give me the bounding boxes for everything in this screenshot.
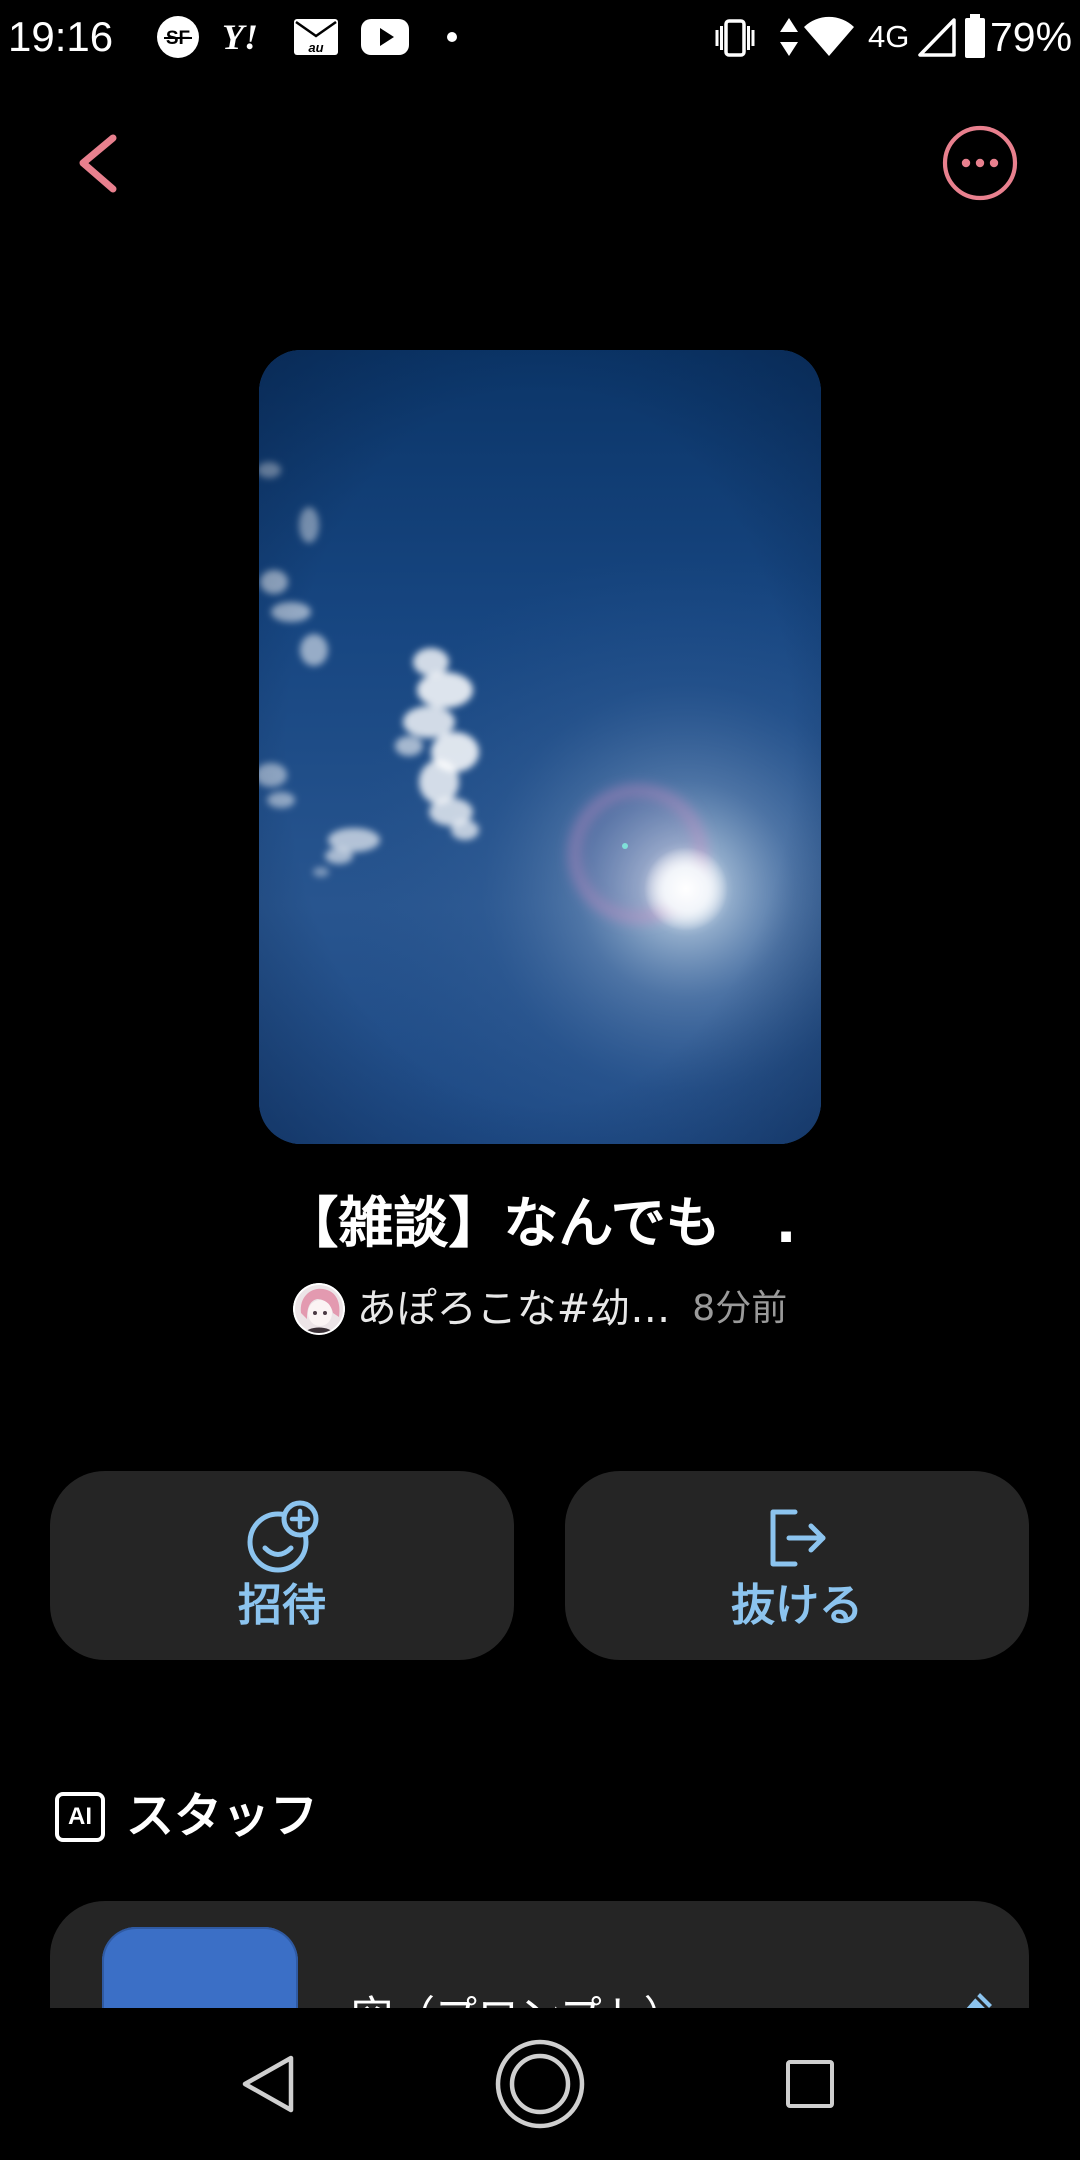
signal-icon — [918, 18, 956, 57]
author-avatar[interactable] — [292, 1283, 345, 1335]
post-image[interactable] — [259, 350, 821, 1144]
author-name[interactable]: あぽろこな#幼… — [357, 1283, 671, 1335]
nav-recents-icon[interactable] — [786, 2060, 834, 2108]
invite-button[interactable]: 招待 — [50, 1471, 514, 1660]
network-type: 4G — [868, 19, 910, 54]
status-time: 19:16 — [8, 13, 114, 60]
staff-avatar — [102, 1927, 298, 2008]
yahoo-icon: Y! — [222, 17, 258, 57]
au-mail-icon: au — [294, 19, 338, 55]
dot-icon — [447, 32, 457, 42]
posted-time: 8分前 — [692, 1288, 788, 1329]
vibrate-icon — [715, 19, 755, 57]
svg-text:au: au — [308, 40, 323, 55]
data-activity-icon — [780, 18, 798, 56]
nav-back-icon[interactable] — [240, 2054, 296, 2114]
svg-text:SF: SF — [166, 28, 190, 49]
invite-label: 招待 — [238, 1579, 326, 1631]
youtube-icon — [361, 19, 409, 55]
app-screen: 19:16 SF Y! au 4G 79% 【雑談】なんでも . あぽろこな#幼… — [0, 0, 1080, 2008]
sf-app-icon: SF — [157, 16, 199, 58]
svg-text:Y!: Y! — [222, 17, 258, 57]
more-circle-icon[interactable] — [942, 125, 1018, 201]
staff-name: 空（プロンプト） — [351, 1989, 686, 2008]
staff-card[interactable]: 空（プロンプト） — [50, 1901, 1029, 2008]
staff-section-title: スタッフ — [126, 1788, 319, 1844]
post-title: 【雑談】なんでも . — [283, 1191, 797, 1255]
wifi-icon — [804, 16, 854, 56]
leave-label: 抜ける — [731, 1579, 863, 1631]
invite-face-plus-icon — [247, 1500, 319, 1572]
battery-percent: 79% — [990, 14, 1073, 60]
leave-exit-icon — [770, 1509, 826, 1566]
pencil-edit-icon[interactable] — [938, 1987, 998, 2008]
system-nav-bar — [0, 2008, 1080, 2160]
chevron-left-icon[interactable] — [70, 130, 130, 196]
ai-badge-icon: AI — [55, 1792, 105, 1842]
leave-button[interactable]: 抜ける — [565, 1471, 1029, 1660]
nav-home-icon[interactable] — [494, 2038, 586, 2130]
author-row: あぽろこな#幼… 8分前 — [0, 1283, 1080, 1335]
battery-icon — [965, 14, 985, 58]
sky-photo — [259, 350, 821, 1144]
